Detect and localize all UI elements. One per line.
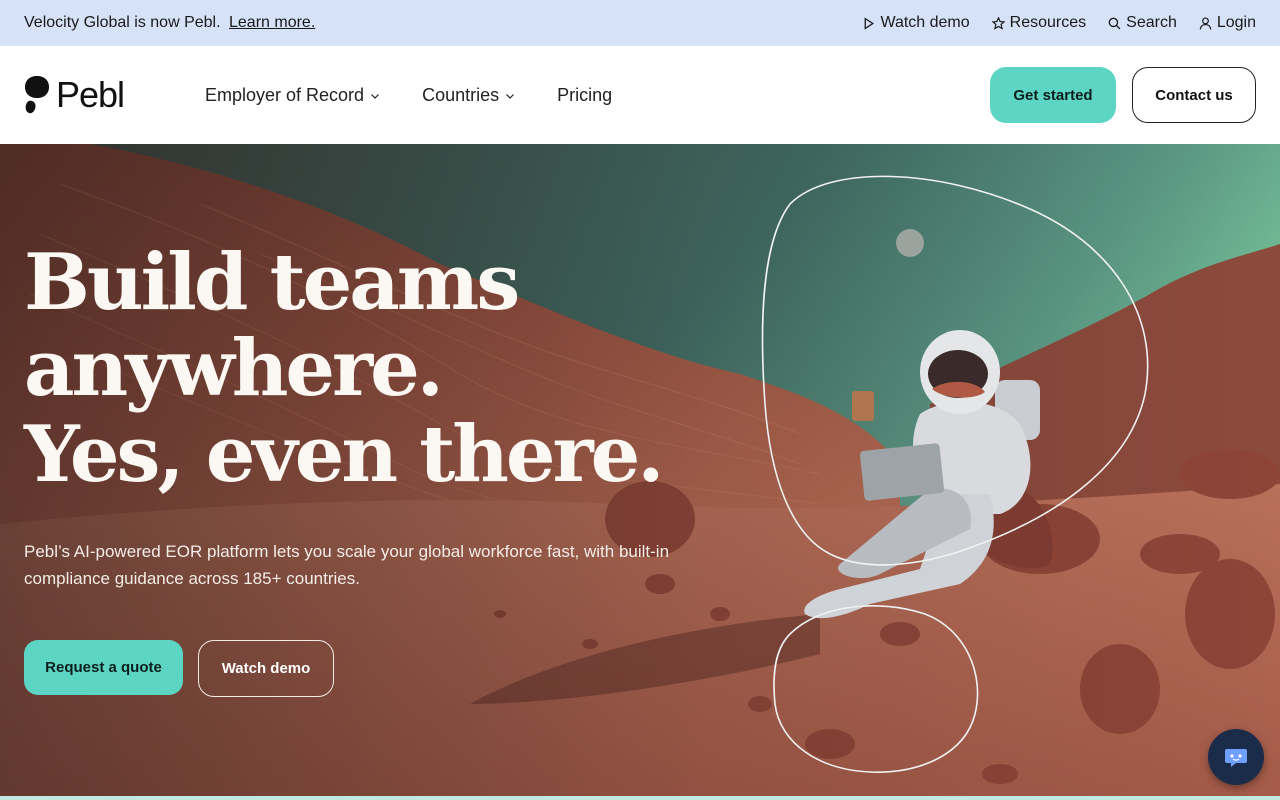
- watch-demo-label: Watch demo: [880, 14, 970, 31]
- hero-title-line: Yes, even there.: [24, 409, 664, 500]
- learn-more-link[interactable]: Learn more.: [229, 14, 315, 31]
- hero-title: Build teams anywhere. Yes, even there.: [24, 237, 664, 500]
- search-link[interactable]: Search: [1108, 14, 1177, 32]
- hero-title-line: Build teams: [24, 237, 520, 328]
- announcement-message: Velocity Global is now Pebl. Learn more.: [24, 14, 315, 32]
- contact-us-button[interactable]: Contact us: [1132, 67, 1256, 123]
- main-nav: Pebl Employer of Record Countries Pricin…: [0, 46, 1280, 144]
- nav-pricing[interactable]: Pricing: [536, 85, 633, 106]
- chevron-down-icon: [506, 93, 515, 99]
- announcement-text: Velocity Global is now Pebl.: [24, 14, 221, 31]
- chat-icon: [1225, 749, 1247, 767]
- hero-section: Build teams anywhere. Yes, even there. P…: [0, 144, 1280, 800]
- nav-link-label: Employer of Record: [205, 84, 365, 105]
- search-icon: [1108, 17, 1121, 29]
- nav-link-label: Countries: [422, 84, 500, 105]
- resources-link[interactable]: Resources: [991, 14, 1087, 32]
- hero-cta-group: Request a quote Watch demo: [24, 640, 334, 697]
- nav-cta-group: Get started Contact us: [990, 67, 1256, 123]
- watch-demo-button[interactable]: Watch demo: [198, 640, 334, 697]
- bottom-divider: [0, 796, 1280, 800]
- chat-widget-button[interactable]: [1208, 729, 1264, 785]
- hero-subtitle: Pebl’s AI-powered EOR platform lets you …: [24, 542, 670, 588]
- play-icon: [865, 16, 875, 30]
- login-link[interactable]: Login: [1199, 14, 1256, 32]
- logo-text: Pebl: [56, 74, 125, 115]
- nav-link-label: Pricing: [557, 84, 613, 105]
- star-icon: [991, 16, 1005, 30]
- request-quote-button[interactable]: Request a quote: [24, 640, 183, 695]
- chevron-down-icon: [371, 93, 380, 99]
- utility-nav: Watch demo Resources Search Login: [862, 14, 1256, 32]
- nav-employer-of-record[interactable]: Employer of Record: [184, 85, 401, 106]
- search-label: Search: [1126, 14, 1177, 31]
- pebl-logo[interactable]: Pebl: [24, 74, 164, 116]
- pebl-logo-mark: [25, 76, 49, 114]
- announcement-bar: Velocity Global is now Pebl. Learn more.…: [0, 0, 1280, 46]
- nav-countries[interactable]: Countries: [401, 85, 536, 106]
- hero-title-line: anywhere.: [24, 323, 444, 414]
- watch-demo-link[interactable]: Watch demo: [862, 14, 970, 32]
- get-started-button[interactable]: Get started: [990, 67, 1116, 123]
- resources-label: Resources: [1009, 14, 1087, 31]
- nav-links: Employer of Record Countries Pricing: [184, 85, 633, 106]
- login-label: Login: [1216, 14, 1256, 31]
- user-icon: [1199, 16, 1212, 30]
